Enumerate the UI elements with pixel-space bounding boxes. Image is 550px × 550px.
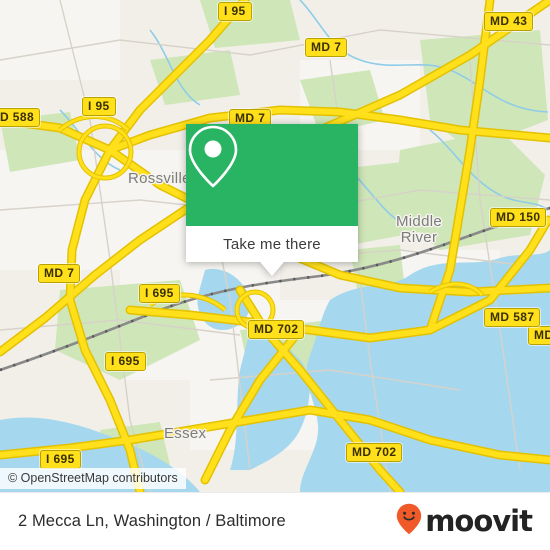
- moovit-wordmark: moovit: [425, 504, 533, 538]
- shield-md-7-left[interactable]: MD 7: [38, 264, 81, 283]
- footer-bar: 2 Mecca Ln, Washington / Baltimore moovi…: [0, 492, 550, 550]
- shield-md-587[interactable]: MD 587: [484, 308, 541, 327]
- take-me-there-label: Take me there: [223, 235, 321, 253]
- shield-md-150[interactable]: MD 150: [490, 208, 547, 227]
- shield-i-95-top[interactable]: I 95: [218, 2, 252, 21]
- moovit-logo[interactable]: moovit: [396, 503, 533, 540]
- osm-attribution[interactable]: © OpenStreetMap contributors: [0, 468, 186, 489]
- location-popup-card[interactable]: Take me there: [186, 124, 358, 276]
- shield-md-588[interactable]: D 588: [0, 108, 41, 127]
- shield-md-702-mid[interactable]: MD 702: [248, 320, 305, 339]
- shield-md-43[interactable]: MD 43: [484, 12, 534, 31]
- shield-i-695-mid[interactable]: I 695: [105, 352, 146, 371]
- shield-md-702-right[interactable]: MD 702: [528, 326, 550, 345]
- moovit-pin-icon: [396, 503, 422, 540]
- shield-md-7-top[interactable]: MD 7: [305, 38, 348, 57]
- shield-i-95-left[interactable]: I 95: [82, 97, 116, 116]
- shield-i-695-upper[interactable]: I 695: [139, 284, 180, 303]
- map-screen: Rossville Middle River Essex I 95 MD 43 M…: [0, 0, 550, 550]
- map-canvas[interactable]: Rossville Middle River Essex I 95 MD 43 M…: [0, 0, 550, 492]
- footer-address-label: 2 Mecca Ln, Washington / Baltimore: [18, 512, 286, 530]
- popup-cta-area[interactable]: Take me there: [186, 226, 358, 262]
- popup-image-area: [186, 124, 358, 226]
- shield-md-702-bottom[interactable]: MD 702: [346, 443, 403, 462]
- popup-tail: [260, 262, 284, 276]
- shield-i-695-bottom[interactable]: I 695: [40, 450, 81, 469]
